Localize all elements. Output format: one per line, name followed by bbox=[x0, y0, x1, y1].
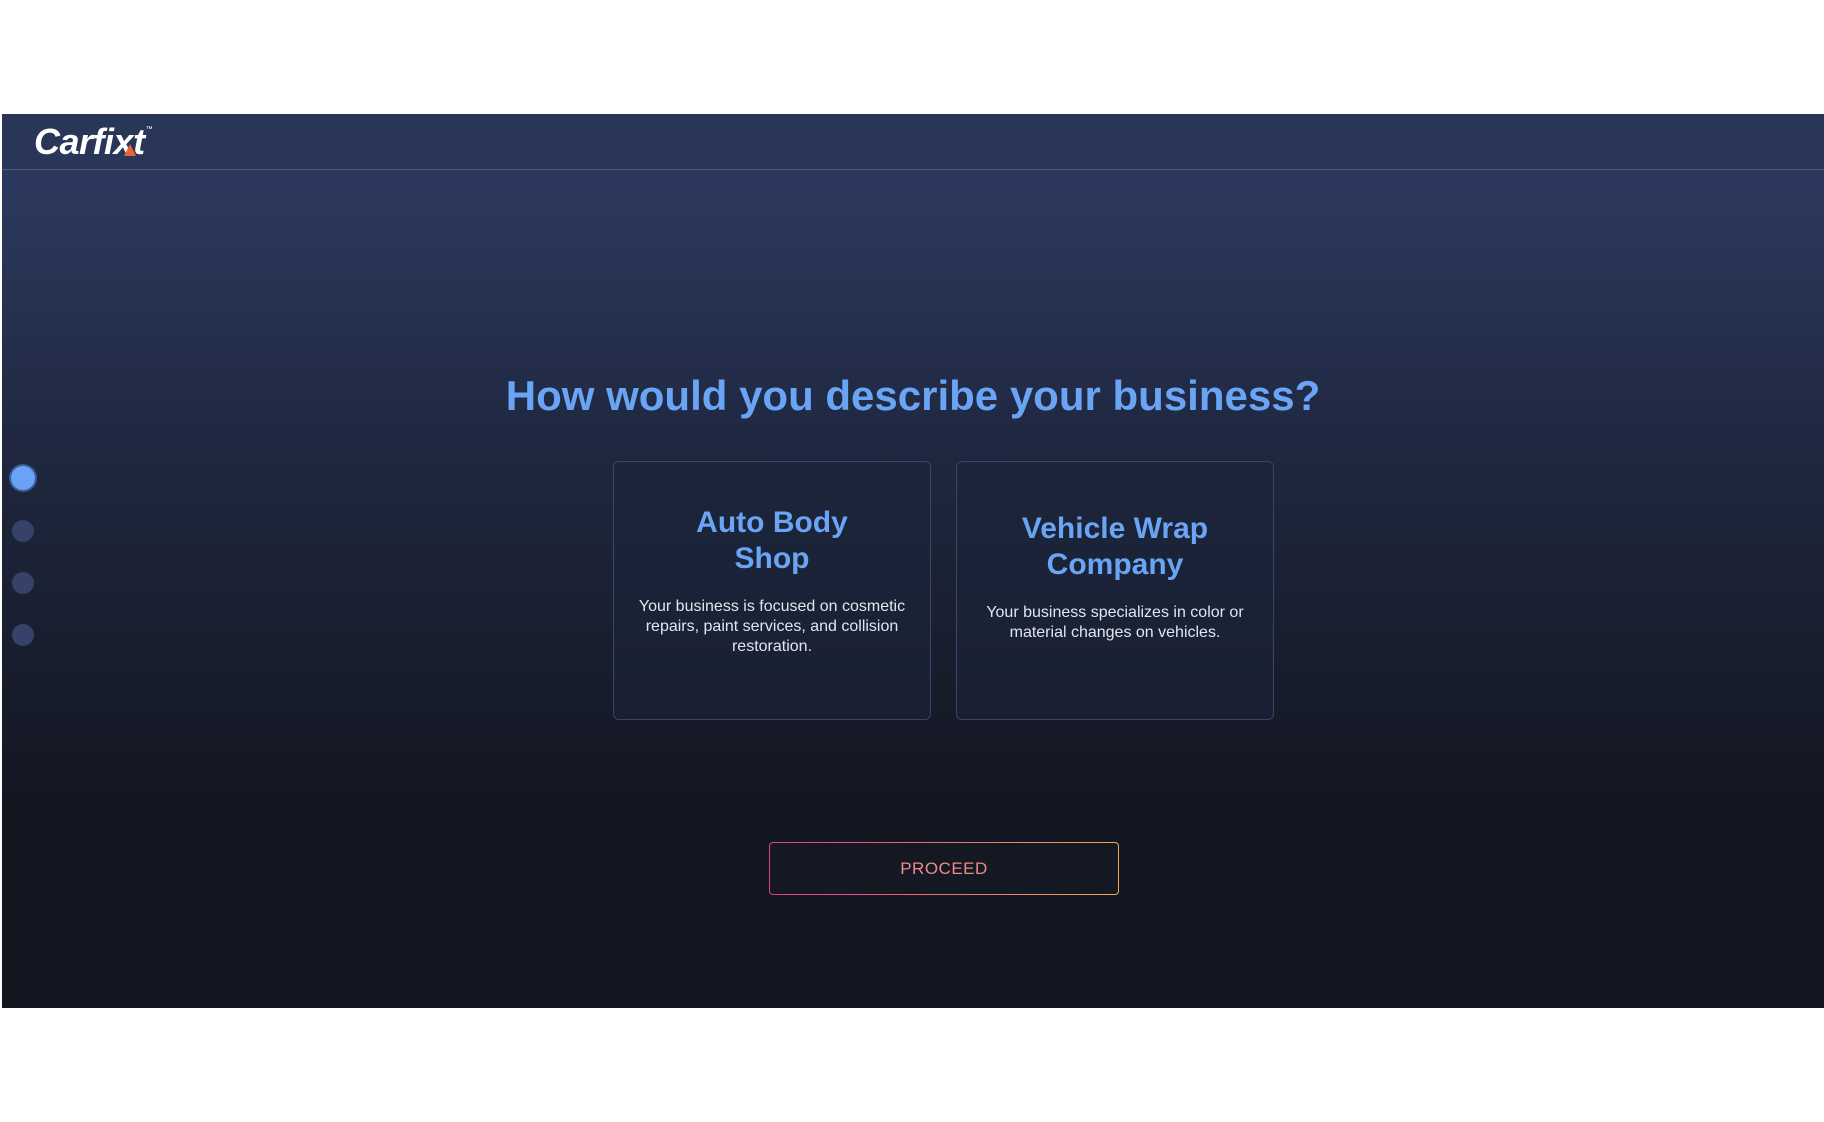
option-description: Your business is focused on cosmetic rep… bbox=[638, 597, 906, 655]
logo-trademark: ™ bbox=[145, 126, 153, 133]
proceed-button-label: PROCEED bbox=[770, 843, 1118, 894]
proceed-button[interactable]: PROCEED bbox=[769, 842, 1119, 895]
page-title: How would you describe your business? bbox=[505, 372, 1321, 419]
option-title: Vehicle Wrap Company bbox=[1021, 511, 1209, 581]
option-card-vehicle-wrap-company[interactable]: Vehicle Wrap Company Your business speci… bbox=[956, 461, 1274, 720]
business-type-options: Auto Body Shop Your business is focused … bbox=[613, 461, 1277, 721]
step-dot-2[interactable] bbox=[12, 520, 34, 542]
option-description: Your business specializes in color or ma… bbox=[986, 603, 1244, 641]
onboarding-app: Carfixt ™ How would you describe your bu… bbox=[2, 114, 1824, 1008]
step-dot-1[interactable] bbox=[11, 466, 35, 490]
option-title: Auto Body Shop bbox=[696, 505, 848, 575]
step-dot-3[interactable] bbox=[12, 572, 34, 594]
carfixt-logo[interactable]: Carfixt ™ bbox=[34, 122, 153, 162]
option-card-auto-body-shop[interactable]: Auto Body Shop Your business is focused … bbox=[613, 461, 931, 720]
top-bar: Carfixt ™ bbox=[2, 114, 1824, 170]
step-indicator bbox=[11, 466, 37, 676]
logo-x-mark: x bbox=[113, 121, 134, 162]
step-dot-4[interactable] bbox=[12, 624, 34, 646]
logo-wordmark: Carfixt bbox=[34, 121, 145, 162]
